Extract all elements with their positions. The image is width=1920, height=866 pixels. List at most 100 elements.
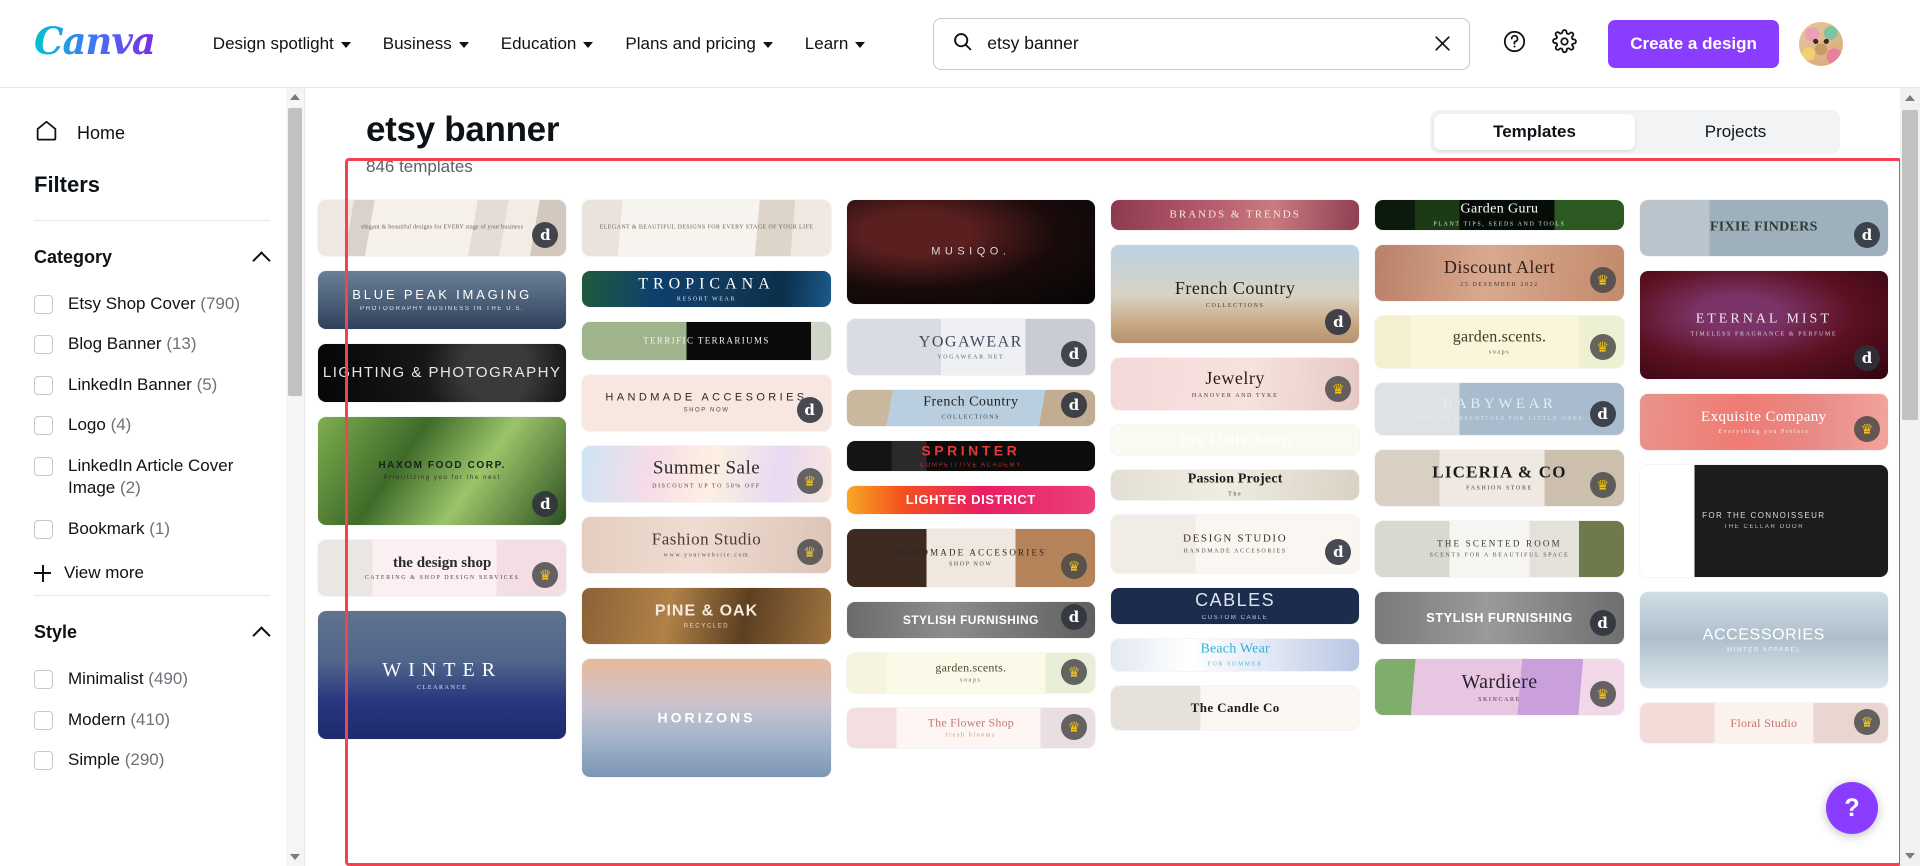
nav-item-design-spotlight[interactable]: Design spotlight [197,24,367,64]
template-card[interactable]: The Flower Shop fresh blooms ♛ [846,708,1095,748]
template-card[interactable]: FIXIE FINDERS d [1639,200,1888,256]
template-subtitle: soaps [1488,349,1511,356]
template-card[interactable]: WINTER CLEARANCE [318,611,567,739]
template-card[interactable]: Beach Wear FOR SUMMER [1110,639,1360,671]
template-card[interactable]: LICERIA & CO FASHION STORE ♛ [1375,450,1624,506]
template-card[interactable]: HORIZONS [582,659,831,777]
filter-option-minimalist[interactable]: Minimalist (490) [34,659,270,699]
checkbox[interactable] [34,375,53,395]
scroll-up-arrow-icon[interactable] [286,88,304,106]
sidebar-item-home[interactable]: Home [34,110,270,162]
facet-category-header[interactable]: Category [34,247,271,284]
chevron-up-icon[interactable] [252,625,271,645]
checkbox[interactable] [34,335,53,355]
template-card[interactable]: The Candle Co [1110,686,1360,730]
close-icon[interactable] [1429,31,1455,57]
checkbox[interactable] [34,295,53,314]
template-card[interactable]: Wardiere SKINCARE ♛ [1375,659,1624,715]
template-card[interactable]: LIGHTING & PHOTOGRAPHY [318,344,567,402]
avatar[interactable] [1798,21,1843,66]
scroll-down-arrow-icon[interactable] [1900,846,1920,866]
template-card[interactable]: Passion Project The [1110,470,1360,500]
create-a-design-button[interactable]: Create a design [1608,19,1779,68]
nav-item-education[interactable]: Education [485,24,610,64]
template-card[interactable]: STYLISH FURNISHING d [846,602,1095,638]
template-card[interactable]: PINE & OAK RECYCLED [582,588,831,644]
template-card[interactable]: TROPICANA RESORT WEAR [582,271,831,307]
tab-projects[interactable]: Projects [1635,114,1836,150]
checkbox[interactable] [34,710,53,730]
template-card[interactable]: ELEGANT & BEAUTIFUL DESIGNS FOR EVERY ST… [582,200,831,256]
template-card[interactable]: French Country COLLECTIONS d [846,390,1095,426]
scroll-up-arrow-icon[interactable] [1900,88,1920,108]
template-card[interactable]: MUSIQO. [846,200,1095,304]
template-card[interactable]: garden.scents. soaps ♛ [1375,316,1624,368]
filter-option-etsy-shop-cover[interactable]: Etsy Shop Cover (790) [34,284,270,324]
tab-templates[interactable]: Templates [1434,114,1635,150]
home-label: Home [77,122,126,143]
template-card[interactable]: BLUE PEAK IMAGING PHOTOGRAPHY BUSINESS IN… [318,271,567,329]
template-card[interactable]: elegant & beautiful designs for EVERY st… [318,200,567,256]
filter-option-simple[interactable]: Simple (290) [34,740,270,780]
template-card[interactable]: SPRINTER COMPETITIVE ACADEMY [846,441,1095,471]
template-card[interactable]: Garden Guru PLANT TIPS, SEEDS AND TOOLS [1375,200,1624,230]
nav-item-plans-and-pricing[interactable]: Plans and pricing [609,24,788,64]
template-card[interactable]: The Little Shop [1110,425,1360,455]
filter-option-logo[interactable]: Logo (4) [34,405,270,445]
template-card[interactable]: Jewelry HANOVER AND TYKE ♛ [1110,358,1360,410]
help-fab-button[interactable]: ? [1826,782,1878,834]
template-card[interactable]: DESIGN STUDIO HANDMADE ACCESORIES d [1110,515,1360,573]
filter-option-linkedin-banner[interactable]: LinkedIn Banner (5) [34,365,270,405]
template-title: The Candle Co [1190,700,1280,716]
canva-logo[interactable]: Canva [34,23,156,64]
template-title: LIGHTING & PHOTOGRAPHY [322,364,562,381]
template-card[interactable]: Exquisite Company Everything you Prefers ♛ [1639,394,1888,450]
template-card[interactable]: Floral Studio ♛ [1639,703,1888,743]
filter-option-linkedin-article-cover-image[interactable]: LinkedIn Article Cover Image (2) [34,446,270,509]
filter-option-blog-banner[interactable]: Blog Banner (13) [34,324,270,364]
checkbox[interactable] [34,519,53,539]
filter-option-modern[interactable]: Modern (410) [34,700,270,740]
checkbox[interactable] [34,456,53,476]
template-card[interactable]: HAXOM FOOD CORP. Prioritizing you for the… [318,417,567,525]
template-card[interactable]: THE SCENTED ROOM SCENTS FOR A BEAUTIFUL S… [1375,521,1624,577]
template-card[interactable]: Summer Sale DISCOUNT UP TO 50% OFF ♛ [582,446,831,502]
template-card[interactable]: ETERNAL MIST TIMELESS FRAGRANCE & PERFUME… [1639,271,1888,379]
template-card[interactable]: FOR THE CONNOISSEUR THE CELLAR DOOR [1639,465,1888,577]
template-card[interactable]: Discount Alert 25 DESEMBER 2022 ♛ [1375,245,1624,301]
checkbox[interactable] [34,750,53,770]
template-card[interactable]: LIGHTER DISTRICT [846,486,1095,514]
template-card[interactable]: HANDMADE ACCESORIES SHOP NOW ♛ [846,529,1095,587]
filter-label: Minimalist (490) [68,669,188,689]
search-input[interactable] [987,33,1430,54]
template-card[interactable]: Fashion Studio www.yourwebsite.com ♛ [582,517,831,573]
sidebar-scrollbar-thumb[interactable] [288,108,302,396]
help-button[interactable] [1492,22,1536,66]
template-card[interactable]: ACCESSORIES WINTER APPAREL [1639,592,1888,688]
template-title: PINE & OAK RECYCLED [582,601,830,630]
template-card[interactable]: the design shop CATERING & SHOP DESIGN SE… [318,540,567,596]
template-card[interactable]: BRANDS & TRENDS [1110,200,1360,230]
sidebar-scrollbar[interactable] [286,88,304,866]
template-card[interactable]: HANDMADE ACCESORIES SHOP NOW d [582,375,831,431]
nav-item-business[interactable]: Business [367,24,485,64]
settings-button[interactable] [1542,22,1586,66]
template-card[interactable]: BABYWEAR MODERN ESSENTIALS FOR LITTLE ONE… [1375,383,1624,435]
filter-option-bookmark[interactable]: Bookmark (1) [34,509,270,549]
scroll-down-arrow-icon[interactable] [286,848,304,866]
nav-item-learn[interactable]: Learn [789,24,881,64]
template-card[interactable]: YOGAWEAR YOGAWEAR.NET d [846,319,1095,375]
template-card[interactable]: French Country COLLECTIONS d [1110,245,1360,343]
template-card[interactable]: CABLES CUSTOM CABLE [1110,588,1360,624]
view-more-button[interactable]: View more [34,549,270,589]
page-scrollbar[interactable] [1900,88,1920,866]
template-card[interactable]: garden.scents. soaps ♛ [846,653,1095,693]
search-box[interactable] [933,17,1471,70]
checkbox[interactable] [34,670,53,690]
chevron-up-icon[interactable] [252,250,271,270]
template-card[interactable]: TERRIFIC TERRARIUMS [582,322,831,360]
facet-style-header[interactable]: Style [34,622,271,659]
checkbox[interactable] [34,416,53,436]
template-card[interactable]: STYLISH FURNISHING d [1375,592,1624,644]
page-scrollbar-thumb[interactable] [1902,110,1918,420]
